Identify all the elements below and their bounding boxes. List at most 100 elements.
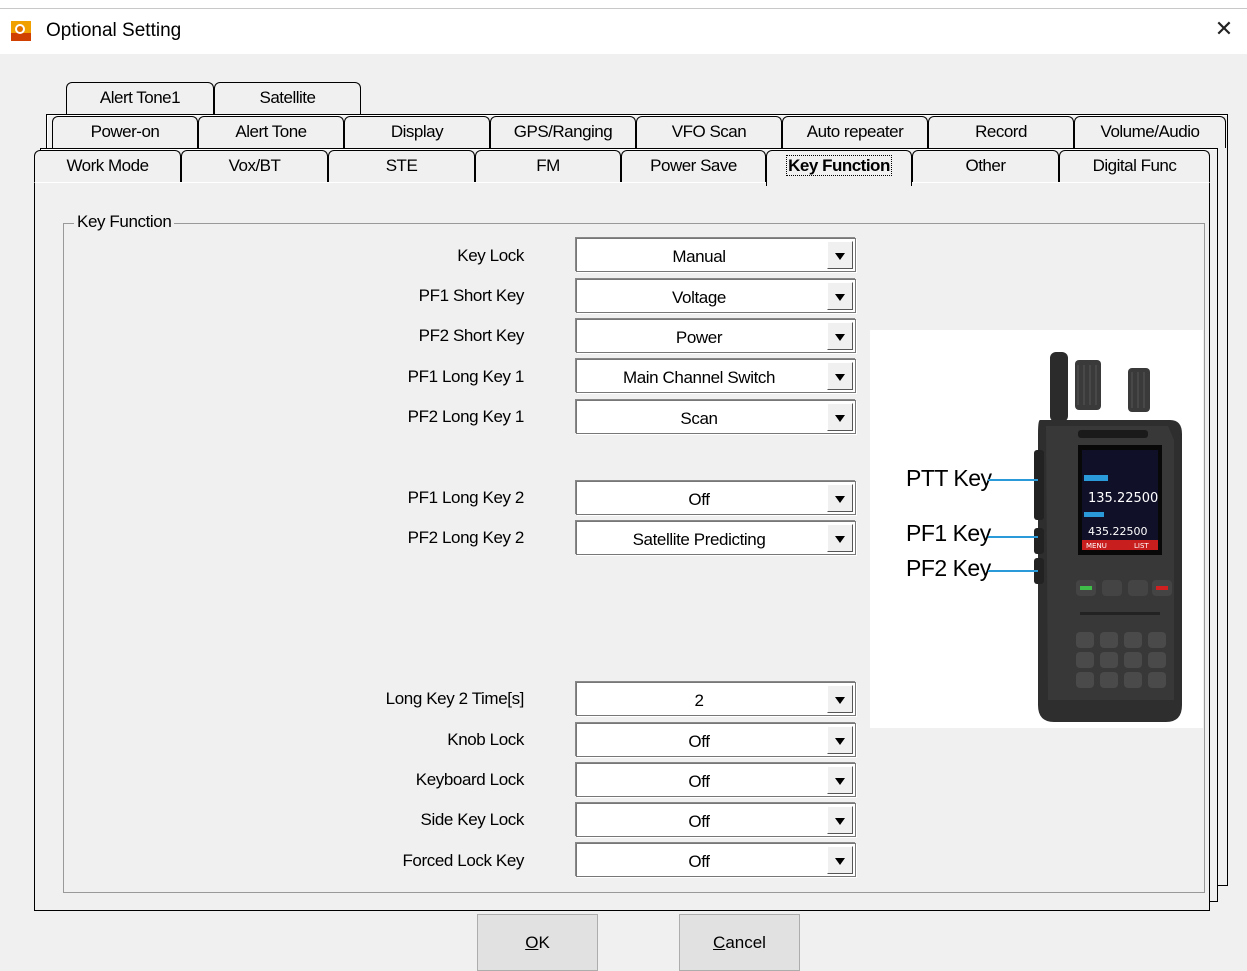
ptt-key-line xyxy=(988,479,1038,481)
tab-label: Record xyxy=(975,122,1027,141)
chevron-down-icon[interactable] xyxy=(827,726,853,754)
tab-label: Display xyxy=(390,122,444,141)
radio-illustration: 135.22500 435.22500 MENU LIST PTT Key PF… xyxy=(870,330,1203,728)
tab-label: Alert Tone xyxy=(235,122,307,141)
tab-power-on[interactable]: Power-on xyxy=(52,116,198,148)
ok-button[interactable]: OK xyxy=(477,914,598,971)
ok-mnemonic: O xyxy=(525,933,539,952)
chevron-down-icon[interactable] xyxy=(827,524,853,552)
select-value: Off xyxy=(688,812,710,831)
tab-label: Digital Func xyxy=(1092,156,1177,175)
chevron-down-icon[interactable] xyxy=(827,766,853,794)
tab-label: Work Mode xyxy=(66,156,149,175)
select-value: 2 xyxy=(694,691,704,710)
tab-panel-key-function: Key Function Key Lock Manual PF1 Short K… xyxy=(34,182,1210,911)
tab-label: Power-on xyxy=(90,122,160,141)
long-key-2-time-select[interactable]: 2 xyxy=(576,682,856,716)
tab-label: Volume/Audio xyxy=(1100,122,1200,141)
select-value: Off xyxy=(688,490,710,509)
pf2-long-key-1-label: PF2 Long Key 1 xyxy=(407,407,525,426)
chevron-down-icon[interactable] xyxy=(827,241,853,269)
tab-gps-ranging[interactable]: GPS/Ranging xyxy=(490,116,636,148)
tab-label: Key Function xyxy=(786,155,892,176)
forced-lock-key-select[interactable]: Off xyxy=(576,843,856,877)
chevron-down-icon[interactable] xyxy=(827,484,853,512)
tab-satellite[interactable]: Satellite xyxy=(214,82,361,114)
tab-label: Auto repeater xyxy=(806,122,904,141)
cancel-label: ancel xyxy=(725,933,766,952)
screen-list: LIST xyxy=(1134,542,1149,550)
screen-freq-a: 135.22500 xyxy=(1088,491,1158,506)
pf1-long-key-1-select[interactable]: Main Channel Switch xyxy=(576,359,856,393)
tab-alert-tone1[interactable]: Alert Tone1 xyxy=(66,82,214,114)
pf2-short-key-select[interactable]: Power xyxy=(576,319,856,353)
knob-lock-select[interactable]: Off xyxy=(576,723,856,757)
tab-label: Other xyxy=(965,156,1006,175)
tab-work-mode[interactable]: Work Mode xyxy=(34,150,181,182)
keyboard-lock-label: Keyboard Lock xyxy=(415,770,525,789)
cancel-mnemonic: C xyxy=(713,933,726,952)
select-value: Satellite Predicting xyxy=(632,530,766,549)
side-key-lock-label: Side Key Lock xyxy=(420,810,525,829)
tab-record[interactable]: Record xyxy=(928,116,1074,148)
tab-volume-audio[interactable]: Volume/Audio xyxy=(1074,116,1226,148)
tab-fm[interactable]: FM xyxy=(475,150,621,182)
forced-lock-key-label: Forced Lock Key xyxy=(402,851,524,870)
select-value: Power xyxy=(675,328,723,347)
chevron-down-icon[interactable] xyxy=(827,685,853,713)
screen-menu: MENU xyxy=(1086,542,1107,550)
chevron-down-icon[interactable] xyxy=(827,322,853,350)
select-value: Voltage xyxy=(672,288,726,307)
tab-power-save[interactable]: Power Save xyxy=(621,150,766,182)
tab-digital-func[interactable]: Digital Func xyxy=(1059,150,1210,182)
keyboard-lock-select[interactable]: Off xyxy=(576,763,856,797)
pf1-long-key-1-label: PF1 Long Key 1 xyxy=(407,367,525,386)
pf1-long-key-2-select[interactable]: Off xyxy=(576,481,856,515)
select-value: Off xyxy=(688,852,710,871)
long-key-2-time-label: Long Key 2 Time[s] xyxy=(385,689,525,708)
key-function-group: Key Function Key Lock Manual PF1 Short K… xyxy=(63,212,1205,893)
pf1-key-label: PF1 Key xyxy=(906,520,991,546)
pf2-long-key-2-label: PF2 Long Key 2 xyxy=(407,528,525,547)
ptt-key-label: PTT Key xyxy=(906,465,992,491)
screen-freq-b: 435.22500 xyxy=(1088,525,1148,538)
group-title: Key Function xyxy=(74,212,175,232)
tab-auto-repeater[interactable]: Auto repeater xyxy=(782,116,928,148)
pf2-key-label: PF2 Key xyxy=(906,555,991,581)
tab-vfo-scan[interactable]: VFO Scan xyxy=(636,116,782,148)
side-key-lock-select[interactable]: Off xyxy=(576,803,856,837)
tab-label: Satellite xyxy=(259,88,316,107)
tab-alert-tone[interactable]: Alert Tone xyxy=(198,116,344,148)
tab-label: FM xyxy=(536,156,560,175)
cancel-button[interactable]: Cancel xyxy=(679,914,800,971)
chevron-down-icon[interactable] xyxy=(827,362,853,390)
tab-ste[interactable]: STE xyxy=(328,150,475,182)
tab-label: VFO Scan xyxy=(671,122,747,141)
tab-key-function[interactable]: Key Function xyxy=(766,150,912,186)
select-value: Off xyxy=(688,732,710,751)
chevron-down-icon[interactable] xyxy=(827,403,853,431)
select-value: Manual xyxy=(672,247,726,266)
tab-other[interactable]: Other xyxy=(912,150,1059,182)
key-lock-label: Key Lock xyxy=(457,246,524,265)
tab-vox-bt[interactable]: Vox/BT xyxy=(181,150,328,182)
pf1-short-key-select[interactable]: Voltage xyxy=(576,279,856,313)
chevron-down-icon[interactable] xyxy=(827,806,853,834)
top-divider xyxy=(0,8,1247,9)
tab-label: Power Save xyxy=(650,156,737,175)
pf2-long-key-1-select[interactable]: Scan xyxy=(576,400,856,434)
select-value: Off xyxy=(688,772,710,791)
tab-label: Alert Tone1 xyxy=(99,88,181,107)
tab-label: Vox/BT xyxy=(228,156,281,175)
pf2-long-key-2-select[interactable]: Satellite Predicting xyxy=(576,521,856,555)
close-icon[interactable]: ✕ xyxy=(1209,14,1239,44)
pf1-short-key-label: PF1 Short Key xyxy=(418,286,525,305)
chevron-down-icon[interactable] xyxy=(827,846,853,874)
select-value: Main Channel Switch xyxy=(622,368,776,387)
knob-lock-label: Knob Lock xyxy=(447,730,524,749)
tab-display[interactable]: Display xyxy=(344,116,490,148)
select-value: Scan xyxy=(680,409,718,428)
tab-label: STE xyxy=(385,156,418,175)
chevron-down-icon[interactable] xyxy=(827,282,853,310)
key-lock-select[interactable]: Manual xyxy=(576,238,856,272)
